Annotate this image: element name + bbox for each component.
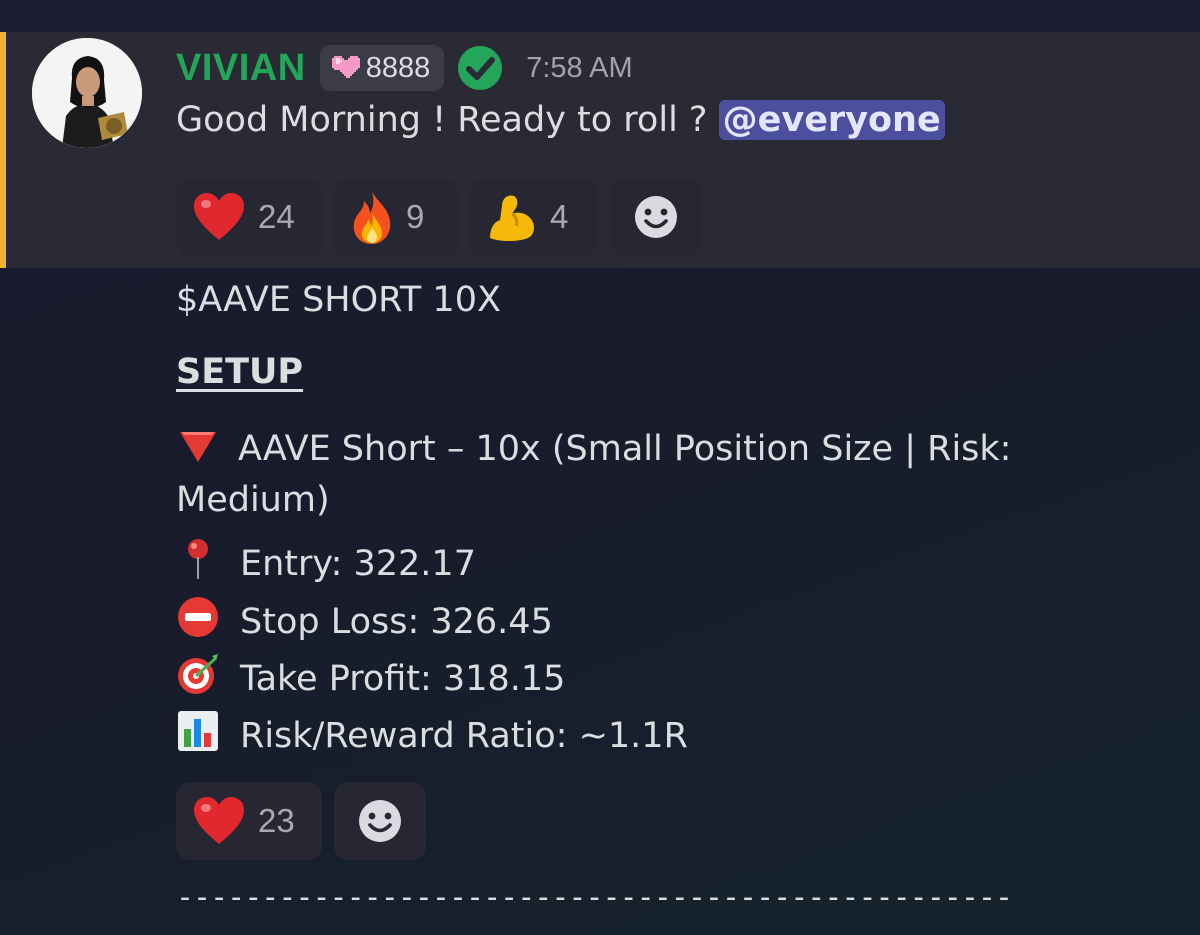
red-triangle-down-icon [180,432,216,462]
entry-line: Entry: 322.17 [176,537,476,584]
heart-icon [194,797,244,844]
add-reaction-button[interactable] [610,178,702,256]
fire-icon [353,191,391,244]
verified-check-icon [458,46,503,90]
pushpin-icon [188,539,208,579]
timestamp[interactable]: 7:58 AM [526,52,632,85]
reaction-count: 23 [258,802,295,839]
username[interactable]: VIVIAN [176,47,306,90]
message-body: Good Morning ! Ready to roll ? [176,100,708,140]
no-entry-icon [178,597,218,637]
message-header: VIVIAN 8888 7:58 AM [176,44,633,92]
reactions-bar: 24 9 4 [176,178,702,256]
take-profit-line: Take Profit: 318.15 [176,652,565,699]
top-strip [0,0,1200,32]
avatar[interactable] [32,38,142,148]
reaction-fire[interactable]: 9 [334,178,458,256]
flexed-biceps-icon [490,195,534,241]
entry-text: Entry: 322.17 [240,544,476,584]
add-reaction-smiley-icon [635,196,677,238]
trade-direction-text: AAVE Short – 10x (Small Position Size | … [238,429,1012,469]
stop-loss-line: Stop Loss: 326.45 [176,595,553,642]
setup-heading: SETUP [176,352,304,392]
direct-hit-target-icon [178,654,218,694]
risk-reward-text: Risk/Reward Ratio: ~1.1R [240,716,688,756]
mention-highlight-bar [0,32,6,268]
boost-count: 8888 [365,51,431,84]
reaction-flexed-biceps[interactable]: 4 [470,178,598,256]
trade-direction-continued: Medium) [176,480,330,520]
dashed-divider: ----------------------------------------… [176,880,1013,915]
everyone-mention[interactable]: @everyone [718,100,945,140]
server-tag-badge[interactable]: 8888 [319,45,445,91]
risk-reward-line: Risk/Reward Ratio: ~1.1R [176,709,688,756]
reaction-count: 9 [406,198,425,235]
add-reaction-smiley-icon [359,800,401,842]
reaction-count: 4 [550,198,569,235]
heart-icon [194,193,244,240]
reaction-heart[interactable]: 24 [176,178,322,256]
bar-chart-icon [178,711,218,751]
message-text: Good Morning ! Ready to roll ? @everyone [176,100,945,140]
stop-loss-text: Stop Loss: 326.45 [240,602,553,642]
take-profit-text: Take Profit: 318.15 [240,659,566,699]
trade-title: $AAVE SHORT 10X [176,280,501,320]
pixel-heart-icon [331,56,360,78]
add-reaction-button[interactable] [334,782,426,860]
reactions-bar-2: 23 [176,782,426,860]
reaction-heart[interactable]: 23 [176,782,322,860]
reaction-count: 24 [258,198,295,235]
avatar-image [32,38,142,148]
trade-direction-line: AAVE Short – 10x (Small Position Size | … [176,422,1011,469]
